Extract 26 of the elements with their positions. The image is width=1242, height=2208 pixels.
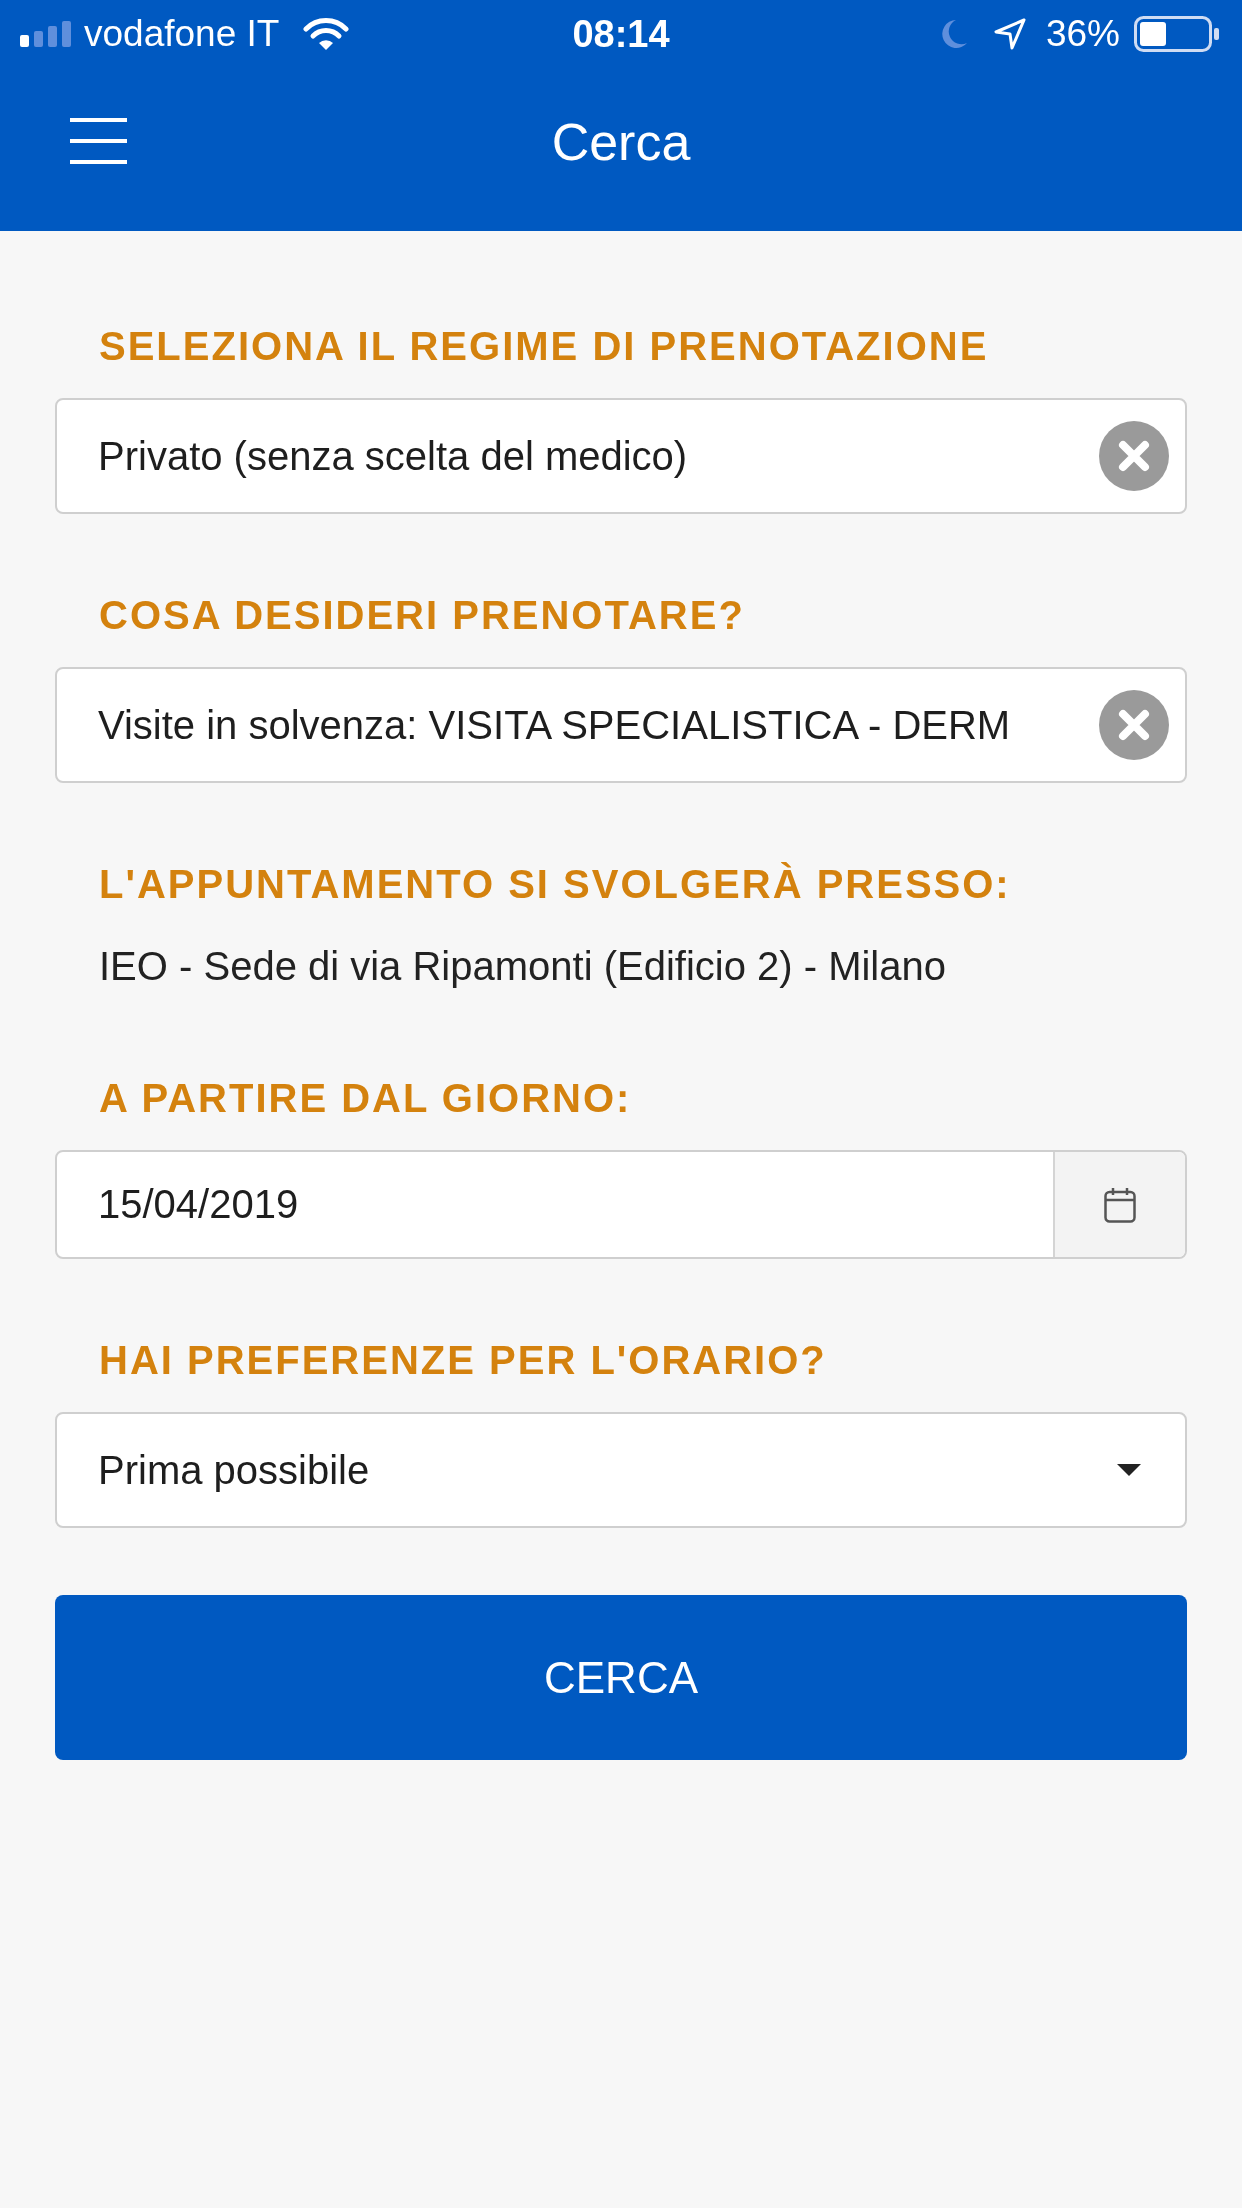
section-label: L'APPUNTAMENTO SI SVOLGERÀ PRESSO: xyxy=(99,861,1011,908)
wifi-icon xyxy=(303,17,350,51)
section-label: SELEZIONA IL REGIME DI PRENOTAZIONE xyxy=(99,323,989,370)
selection-field[interactable]: Privato (senza scelta del medico) xyxy=(55,398,1187,514)
search-button[interactable]: CERCA xyxy=(55,1595,1187,1760)
location-arrow-icon xyxy=(993,18,1026,50)
location-text: IEO - Sede di via Ripamonti (Edificio 2) - Milano xyxy=(99,943,946,990)
dropdown-field[interactable]: Prima possibile xyxy=(55,1412,1187,1528)
section-label: COSA DESIDERI PRENOTARE? xyxy=(99,592,745,639)
menu-icon[interactable] xyxy=(70,118,127,164)
section-label: A PARTIRE DAL GIORNO: xyxy=(99,1075,632,1122)
status-time: 08:14 xyxy=(572,12,670,56)
battery-icon xyxy=(1134,16,1220,52)
section-label: HAI PREFERENZE PER L'ORARIO? xyxy=(99,1337,827,1384)
date-field[interactable]: 15/04/2019 xyxy=(55,1150,1187,1259)
calendar-icon xyxy=(1104,1186,1136,1223)
clear-icon[interactable] xyxy=(1099,690,1169,760)
calendar-button[interactable] xyxy=(1053,1152,1185,1257)
signal-icon xyxy=(20,21,72,47)
clear-icon[interactable] xyxy=(1099,421,1169,491)
moon-icon xyxy=(941,19,968,49)
caret-icon xyxy=(1117,1464,1141,1476)
battery-percent: 36% xyxy=(1045,12,1120,56)
carrier-name: vodafone IT xyxy=(84,12,280,56)
selection-field[interactable]: Visite in solvenza: VISITA SPECIALISTICA - DERM xyxy=(55,667,1187,783)
header-title: Cerca xyxy=(551,111,691,173)
